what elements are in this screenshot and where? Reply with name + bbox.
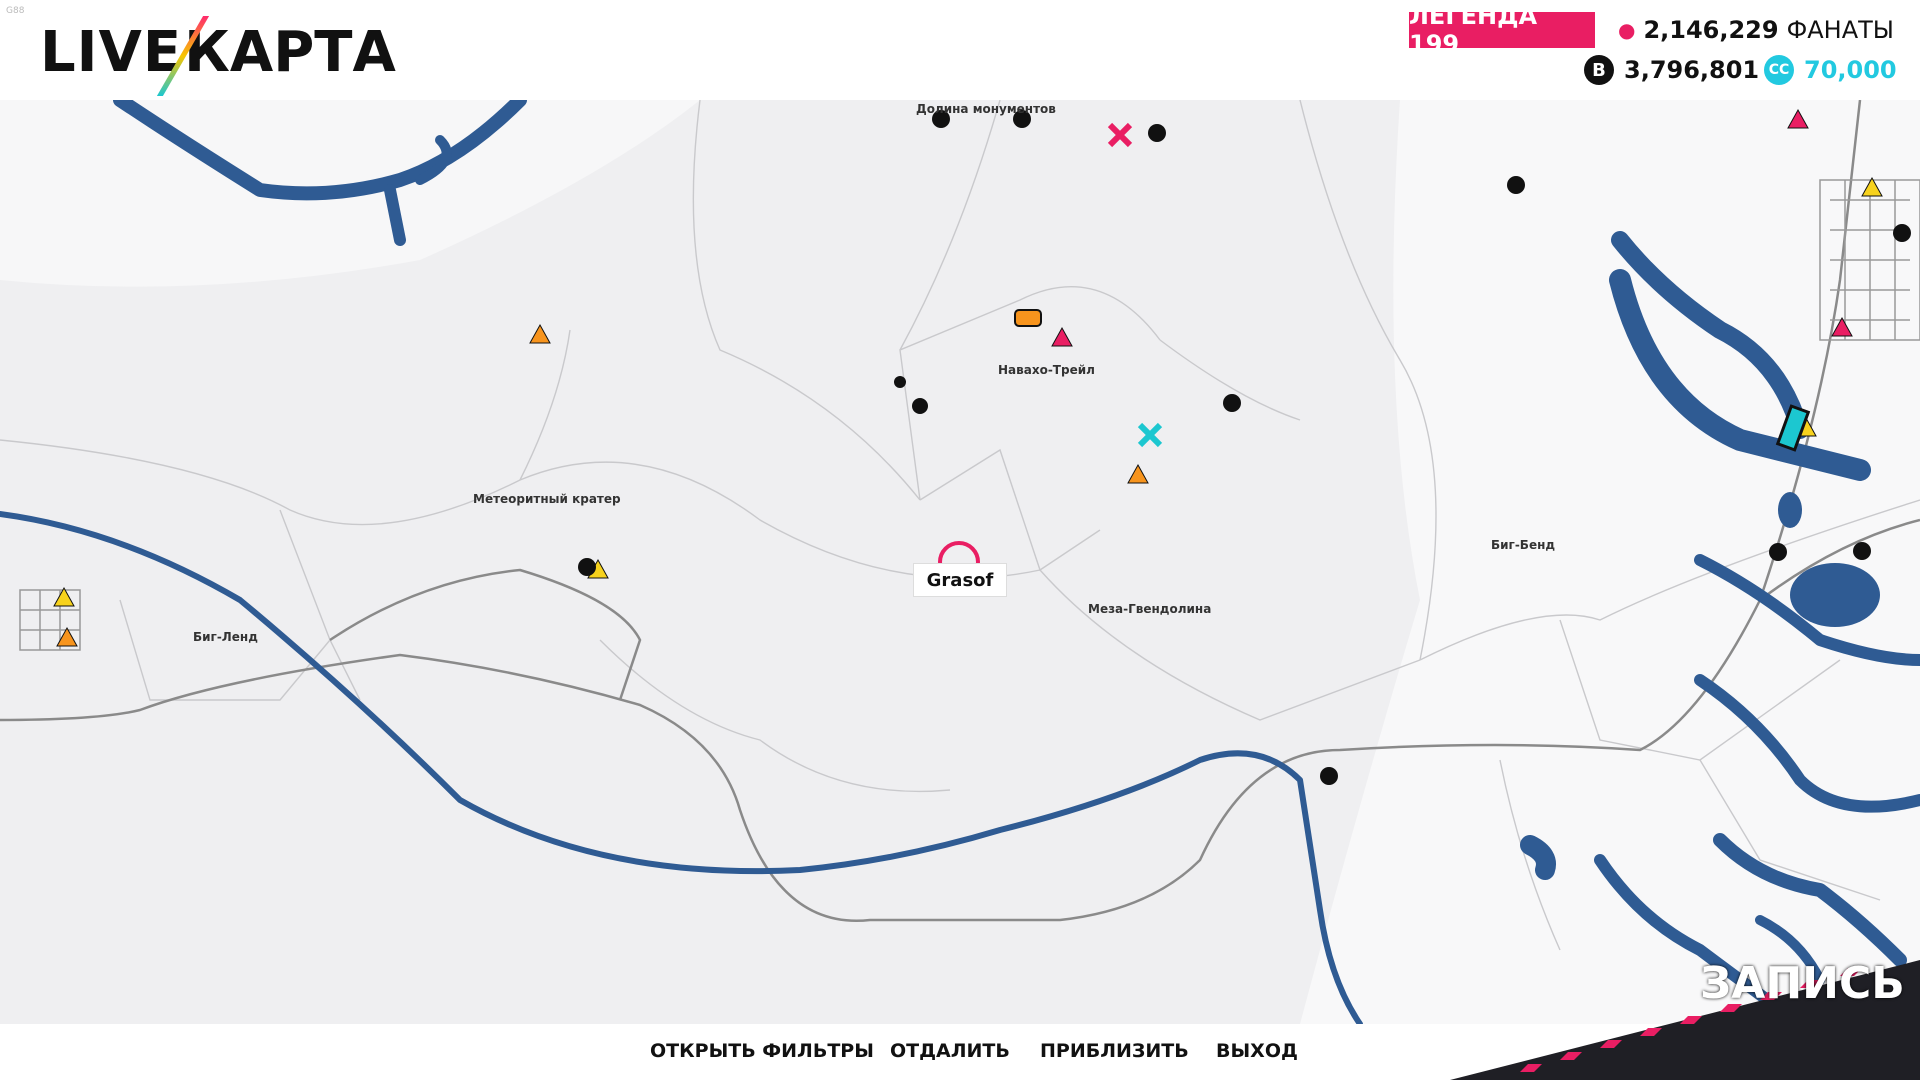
fans-icon: ● [1618,18,1636,42]
pond [1778,492,1802,528]
credits-value: 3,796,801 [1624,56,1760,84]
live-map-logo: LIVE КАРТА [40,12,396,96]
zoom-out-button[interactable]: ОТДАЛИТЬ [890,1036,1010,1066]
map-label-monument-valley: Долина монументов [916,102,1056,116]
world-map[interactable]: Долина монументов Навахо-Трейл Метеоритн… [0,100,1920,1024]
map-label-big-land: Биг-Ленд [193,630,258,644]
fans-label: ФАНАТЫ [1786,16,1894,44]
map-label-navajo-trail: Навахо-Трейл [998,363,1095,377]
player-marker[interactable]: Grasof [913,525,1007,597]
record-label: ЗАПИСЬ [1700,958,1905,1009]
legend-level-badge: ЛЕГЕНДА 199 [1409,2,1595,58]
forza-points-value: 70,000 [1804,56,1897,84]
corner-label: G88 [6,6,25,16]
logo-map-text: КАРТА [184,19,396,85]
player-name-tag: Grasof [913,563,1007,597]
open-filters-button[interactable]: ОТКРЫТЬ ФИЛЬТРЫ [650,1036,874,1066]
credits-counter: B 3,796,801 [1584,52,1759,88]
forza-points-icon: CC [1764,55,1794,85]
top-bar: G88 LIVE КАРТА ЛЕГЕНДА 199 ● 2,146,229 Ф… [0,0,1920,100]
lake [1790,563,1880,627]
credits-icon: B [1584,55,1614,85]
forza-points-counter: CC 70,000 [1764,52,1897,88]
zoom-in-button[interactable]: ПРИБЛИЗИТЬ [1040,1036,1189,1066]
map-label-mesa-gwendolina: Меза-Гвендолина [1088,602,1212,616]
fans-counter: ● 2,146,229 ФАНАТЫ [1618,12,1894,48]
logo-live-text: LIVE [40,19,183,85]
map-label-meteor-crater: Метеоритный кратер [473,492,621,506]
map-label-big-bend: Биг-Бенд [1491,538,1556,552]
exit-button[interactable]: ВЫХОД [1216,1036,1298,1066]
fans-value: 2,146,229 [1643,16,1779,44]
